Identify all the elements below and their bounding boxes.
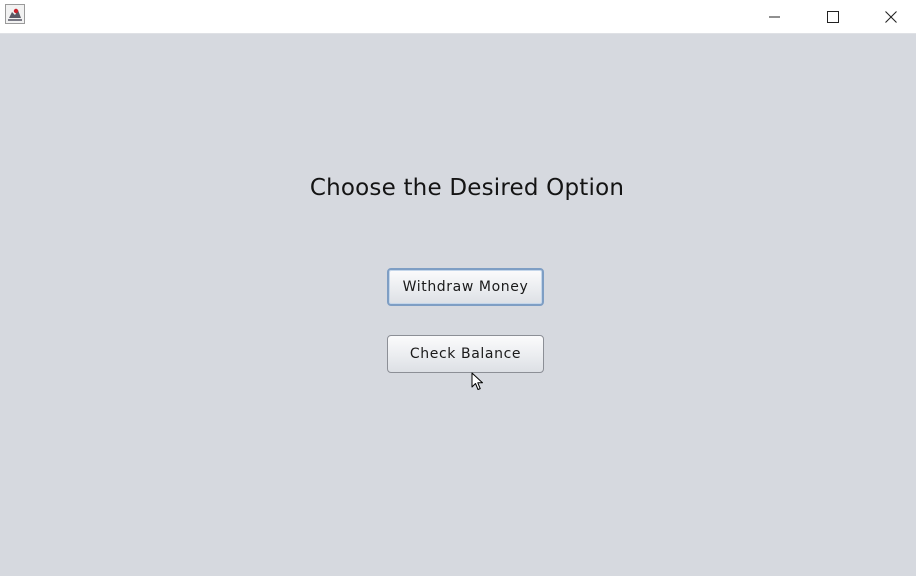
check-balance-button[interactable]: Check Balance xyxy=(387,335,544,373)
minimize-button[interactable] xyxy=(746,0,804,33)
mouse-pointer-icon xyxy=(471,372,483,390)
close-button[interactable] xyxy=(862,0,916,33)
title-bar xyxy=(0,0,916,34)
close-icon xyxy=(885,10,897,23)
withdraw-money-button[interactable]: Withdraw Money xyxy=(387,268,544,306)
app-window: Choose the Desired Option Withdraw Money… xyxy=(0,0,916,576)
main-panel: Choose the Desired Option Withdraw Money… xyxy=(0,34,916,576)
maximize-button[interactable] xyxy=(804,0,862,33)
minimize-icon xyxy=(769,16,780,17)
page-title: Choose the Desired Option xyxy=(309,175,625,201)
maximize-icon xyxy=(827,10,839,23)
java-cup-icon[interactable] xyxy=(5,4,25,24)
